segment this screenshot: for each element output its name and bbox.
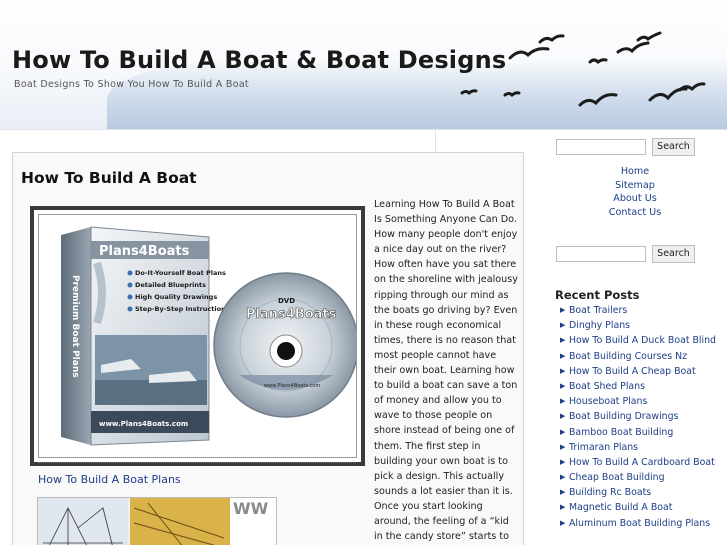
recent-post-link[interactable]: Trimaran Plans	[569, 442, 638, 453]
arrow-right-icon: ▶	[560, 518, 566, 527]
search-input-2[interactable]	[556, 246, 646, 262]
recent-post-link[interactable]: Magnetic Build A Boat	[569, 502, 672, 513]
recent-posts-list: ▶ Boat Trailers ▶ Dinghy Plans ▶ How To Bui…	[558, 303, 727, 531]
seagulls-graphic	[460, 31, 706, 107]
box-url: www.Plans4Boats.com	[99, 420, 188, 428]
arrow-right-icon: ▶	[560, 427, 566, 436]
recent-post-item: ▶ Cheap Boat Building	[558, 470, 727, 485]
site-header: How To Build A Boat & Boat Designs Boat …	[0, 0, 727, 130]
recent-post-item: ▶ Bamboo Boat Building	[558, 425, 727, 440]
arrow-right-icon: ▶	[560, 473, 566, 482]
arrow-right-icon: ▶	[560, 351, 566, 360]
post-title[interactable]: How To Build A Boat	[21, 169, 197, 187]
post-body: Learning How To Build A Boat Is Somethin…	[374, 199, 518, 543]
product-image[interactable]: Plans4Boats Premium Boat Plans Do-It-You…	[30, 206, 365, 466]
blueprint-graphic: WW	[38, 498, 276, 545]
arrow-right-icon: ▶	[560, 397, 566, 406]
arrow-right-icon: ▶	[560, 503, 566, 512]
recent-post-link[interactable]: Bamboo Boat Building	[569, 427, 673, 438]
search-button[interactable]: Search	[652, 138, 695, 156]
nav-link-home[interactable]: Home	[560, 165, 710, 179]
nav-link-sitemap[interactable]: Sitemap	[560, 179, 710, 193]
recent-post-link[interactable]: How To Build A Duck Boat Blind	[569, 335, 716, 346]
recent-post-item: ▶ Aluminum Boat Building Plans	[558, 516, 727, 531]
recent-post-link[interactable]: Building Rc Boats	[569, 487, 651, 498]
dvd-label: DVD	[278, 297, 295, 305]
site-title[interactable]: How To Build A Boat & Boat Designs	[12, 46, 506, 74]
recent-post-item: ▶ Magnetic Build A Boat	[558, 500, 727, 515]
recent-post-link[interactable]: Boat Shed Plans	[569, 381, 645, 392]
arrow-right-icon: ▶	[560, 321, 566, 330]
arrow-right-icon: ▶	[560, 412, 566, 421]
plans-link[interactable]: How To Build A Boat Plans	[38, 473, 181, 486]
arrow-right-icon: ▶	[560, 366, 566, 375]
recent-post-link[interactable]: Aluminum Boat Building Plans	[569, 518, 710, 529]
recent-post-link[interactable]: How To Build A Cheap Boat	[569, 366, 696, 377]
svg-text:High Quality Drawings: High Quality Drawings	[135, 293, 217, 301]
recent-post-link[interactable]: Cheap Boat Building	[569, 472, 665, 483]
recent-posts-heading: Recent Posts	[555, 288, 640, 302]
recent-post-item: ▶ Houseboat Plans	[558, 394, 727, 409]
arrow-right-icon: ▶	[560, 488, 566, 497]
recent-post-item: ▶ How To Build A Cardboard Boat	[558, 455, 727, 470]
dvd-brand: Plans4Boats	[246, 307, 337, 322]
svg-text:Step-By-Step Instructions: Step-By-Step Instructions	[135, 305, 230, 313]
site-tagline: Boat Designs To Show You How To Build A …	[14, 79, 249, 90]
search-input[interactable]	[556, 139, 646, 155]
arrow-right-icon: ▶	[560, 336, 566, 345]
box-side-text: Premium Boat Plans	[70, 275, 80, 378]
recent-post-item: ▶ Dinghy Plans	[558, 318, 727, 333]
box-brand: Plans4Boats	[99, 244, 190, 259]
search-button-2[interactable]: Search	[652, 245, 695, 263]
nav-link-about[interactable]: About Us	[560, 192, 710, 206]
recent-post-item: ▶ Boat Shed Plans	[558, 379, 727, 394]
recent-post-link[interactable]: Dinghy Plans	[569, 320, 630, 331]
recent-post-item: ▶ Trimaran Plans	[558, 440, 727, 455]
arrow-right-icon: ▶	[560, 457, 566, 466]
recent-post-item: ▶ Building Rc Boats	[558, 485, 727, 500]
product-image-inner: Plans4Boats Premium Boat Plans Do-It-You…	[38, 214, 357, 458]
recent-post-item: ▶ How To Build A Cheap Boat	[558, 364, 727, 379]
recent-post-link[interactable]: Boat Building Courses Nz	[569, 351, 687, 362]
nav-link-contact[interactable]: Contact Us	[560, 206, 710, 220]
recent-post-item: ▶ Boat Building Drawings	[558, 409, 727, 424]
svg-text:Do-It-Yourself Boat Plans: Do-It-Yourself Boat Plans	[135, 269, 226, 277]
recent-post-link[interactable]: Boat Building Drawings	[569, 411, 678, 422]
main-content: How To Build A Boat Plans4Boats Premium …	[12, 152, 524, 545]
recent-post-link[interactable]: How To Build A Cardboard Boat	[569, 457, 715, 468]
image-separator	[38, 462, 356, 463]
dvd-url: www.Plans4Boats.com	[264, 383, 320, 389]
arrow-right-icon: ▶	[560, 442, 566, 451]
recent-post-item: ▶ Boat Building Courses Nz	[558, 349, 727, 364]
recent-post-item: ▶ How To Build A Duck Boat Blind	[558, 333, 727, 348]
recent-post-item: ▶ Boat Trailers	[558, 303, 727, 318]
page-links: Home Sitemap About Us Contact Us	[560, 165, 710, 219]
svg-text:Detailed Blueprints: Detailed Blueprints	[135, 281, 206, 289]
product-box-graphic: Plans4Boats Premium Boat Plans Do-It-You…	[61, 226, 356, 446]
recent-post-link[interactable]: Boat Trailers	[569, 305, 627, 316]
recent-post-link[interactable]: Houseboat Plans	[569, 396, 647, 407]
arrow-right-icon: ▶	[560, 306, 566, 314]
thumb-text: WW	[233, 499, 269, 518]
plans-thumbnail[interactable]: WW	[37, 497, 277, 545]
arrow-right-icon: ▶	[560, 381, 566, 390]
